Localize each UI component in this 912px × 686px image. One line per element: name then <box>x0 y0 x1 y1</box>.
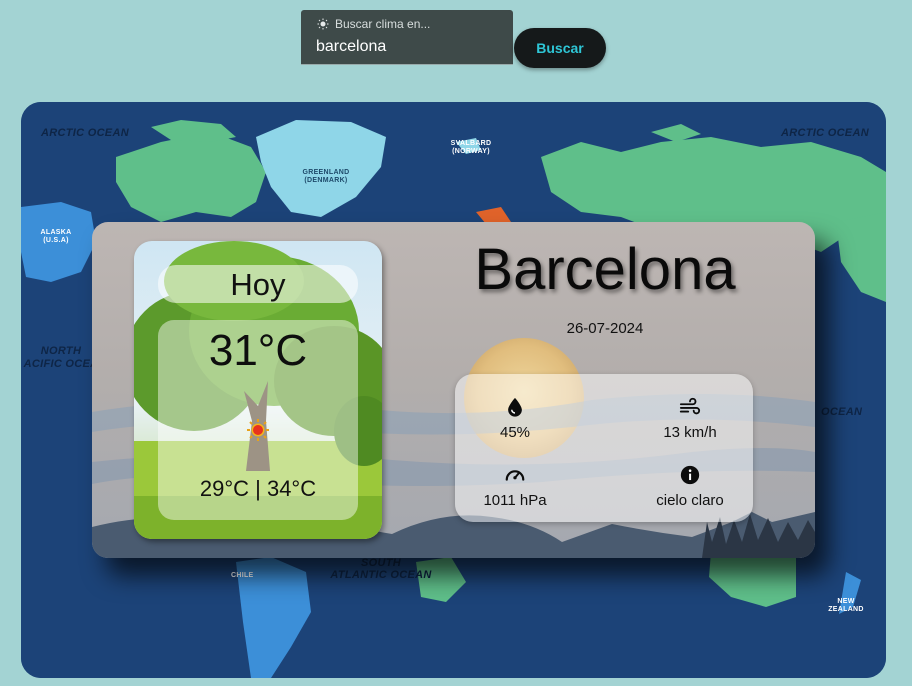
map-label-north-pacific-name: NORTH <box>40 345 82 357</box>
search-label-row: Buscar clima en... <box>317 17 430 31</box>
map-label-greenland-sub: (DENMARK) <box>304 177 348 184</box>
search-field[interactable]: Buscar clima en... <box>301 10 513 65</box>
wind-detail: 13 km/h <box>625 396 755 441</box>
search-input[interactable] <box>316 36 501 58</box>
map-label-greenland: GREENLAND (DENMARK) <box>291 169 361 185</box>
map-label-svalbard-sub: (NORWAY) <box>452 148 490 155</box>
map-label-indian: OCEAN <box>821 406 863 418</box>
humidity-detail: 45% <box>450 396 580 441</box>
map-label-south-atlantic-name: SOUTH <box>361 557 401 569</box>
map-label-greenland-name: GREENLAND <box>302 169 350 176</box>
wind-icon <box>679 397 701 415</box>
map-label-new-zealand: NEW ZEALAND <box>828 598 864 613</box>
humidity-value: 45% <box>499 424 531 441</box>
map-label-alaska-name: ALASKA <box>40 229 72 236</box>
map-label-alaska: ALASKA (U.S.A) <box>31 229 81 245</box>
weather-details: 45% 13 km/h 1011 hPa cielo claro <box>455 374 753 522</box>
map-label-arctic-right: ARCTIC OCEAN <box>781 127 869 139</box>
map-label-south-atlantic: SOUTH ATLANTIC OCEAN <box>321 557 441 581</box>
date: 26-07-2024 <box>566 320 644 337</box>
map-label-alaska-sub: (U.S.A) <box>43 237 69 244</box>
today-card: Hoy 31°C 29°C | 34°C <box>134 241 382 539</box>
weather-card: Hoy 31°C 29°C | 34°C Barcelona 26-07-202… <box>92 222 815 558</box>
temperature-range: 29°C | 34°C <box>199 476 317 501</box>
gauge-icon <box>505 470 525 481</box>
search-button[interactable]: Buscar <box>514 28 606 68</box>
today-label: Hoy <box>158 265 358 303</box>
wind-value: 13 km/h <box>663 424 717 441</box>
city-name: Barcelona <box>474 237 736 302</box>
info-icon <box>680 465 700 485</box>
water-drop-icon <box>508 397 522 417</box>
sun-icon <box>317 18 329 30</box>
pressure-value: 1011 hPa <box>483 492 547 509</box>
map-label-arctic-left: ARCTIC OCEAN <box>41 127 129 139</box>
map-label-north-pacific-sub: ACIFIC OCEA <box>23 358 99 370</box>
map-label-chile: CHILE <box>231 572 254 579</box>
current-temperature: 31°C <box>208 326 308 375</box>
map-label-south-atlantic-sub: ATLANTIC OCEAN <box>330 569 432 581</box>
map-label-svalbard-name: SVALBARD <box>450 140 492 147</box>
sun-icon <box>247 419 269 441</box>
description-detail: cielo claro <box>625 464 755 509</box>
search-label: Buscar clima en... <box>335 17 431 31</box>
today-temperature-panel: 31°C 29°C | 34°C <box>158 320 358 520</box>
map-label-svalbard: SVALBARD (NORWAY) <box>446 140 496 156</box>
map-label-north-pacific: NORTH ACIFIC OCEA <box>21 345 101 371</box>
description-value: cielo claro <box>656 492 724 509</box>
pressure-detail: 1011 hPa <box>450 464 580 509</box>
